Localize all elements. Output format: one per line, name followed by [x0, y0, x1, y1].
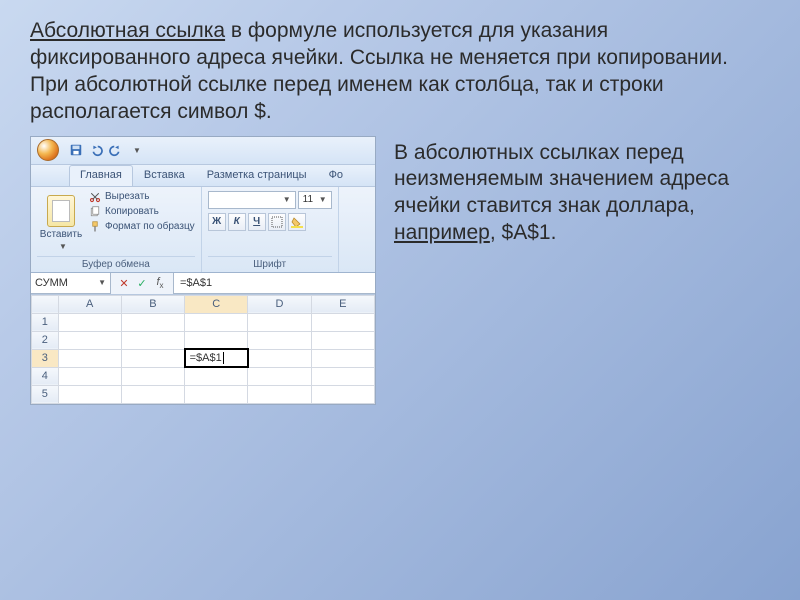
col-header-a[interactable]: A: [58, 295, 121, 313]
tab-formulas[interactable]: Фо: [318, 165, 354, 186]
name-box[interactable]: СУММ ▼: [31, 273, 111, 294]
col-header-e[interactable]: E: [311, 295, 374, 313]
cell[interactable]: [58, 367, 121, 385]
row-header-3[interactable]: 3: [32, 349, 59, 367]
cell[interactable]: [58, 349, 121, 367]
insert-function-button[interactable]: fx: [151, 276, 169, 290]
tab-home[interactable]: Главная: [69, 165, 133, 186]
cell[interactable]: [58, 385, 121, 403]
font-family-select[interactable]: ▼: [208, 191, 296, 209]
cut-button[interactable]: Вырезать: [89, 191, 195, 203]
copy-button[interactable]: Копировать: [89, 206, 195, 218]
formula-input[interactable]: =$A$1: [173, 273, 375, 294]
scissors-icon: [89, 191, 101, 203]
cell[interactable]: [185, 385, 248, 403]
cell[interactable]: [311, 349, 374, 367]
redo-icon[interactable]: [109, 143, 123, 157]
title-bar: ▼: [31, 137, 375, 165]
chevron-down-icon: ▼: [283, 195, 291, 204]
office-orb-icon: [37, 139, 59, 161]
format-painter-button[interactable]: Формат по образцу: [89, 221, 195, 233]
ribbon-tabs: Главная Вставка Разметка страницы Фо: [31, 165, 375, 187]
font-size-select[interactable]: 11 ▼: [298, 191, 332, 209]
cell[interactable]: [121, 349, 184, 367]
chevron-down-icon: ▼: [319, 195, 327, 204]
cell[interactable]: [311, 367, 374, 385]
text-cursor: [223, 352, 224, 364]
clipboard-group-label: Буфер обмена: [37, 256, 195, 272]
select-all-corner[interactable]: [32, 295, 59, 313]
clipboard-group: Вставить ▼ Вырезать Копировать: [31, 187, 202, 272]
cell[interactable]: [185, 367, 248, 385]
term-absolute-reference: Абсолютная ссылка: [30, 19, 225, 42]
col-header-c[interactable]: C: [185, 295, 248, 313]
format-painter-label: Формат по образцу: [105, 221, 195, 232]
cell[interactable]: [311, 331, 374, 349]
cell-c3-active[interactable]: =$A$1: [185, 349, 248, 367]
paragraph-1: Абсолютная ссылка в формуле используется…: [30, 18, 770, 126]
cell[interactable]: [121, 385, 184, 403]
formula-input-value: =$A$1: [180, 277, 212, 289]
copy-label: Копировать: [105, 206, 159, 217]
save-icon[interactable]: [69, 143, 83, 157]
col-header-b[interactable]: B: [121, 295, 184, 313]
paste-icon: [47, 195, 75, 227]
row-header-1[interactable]: 1: [32, 313, 59, 331]
paragraph-2: В абсолютных ссылках перед неизменяемым …: [394, 136, 770, 405]
underline-button[interactable]: Ч: [248, 213, 266, 231]
row-header-2[interactable]: 2: [32, 331, 59, 349]
bucket-icon: [291, 216, 303, 228]
font-size-value: 11: [303, 194, 313, 205]
cell[interactable]: [248, 385, 311, 403]
border-button[interactable]: [268, 213, 286, 231]
undo-icon[interactable]: [89, 143, 103, 157]
cell[interactable]: [311, 385, 374, 403]
cell-c3-value: =$A$1: [190, 352, 222, 364]
font-group-label: Шрифт: [208, 256, 332, 272]
copy-icon: [89, 206, 101, 218]
excel-window: ▼ Главная Вставка Разметка страницы Фо В…: [30, 136, 376, 405]
paste-label: Вставить: [40, 229, 82, 240]
cell[interactable]: [248, 349, 311, 367]
bold-button[interactable]: Ж: [208, 213, 226, 231]
name-box-value: СУММ: [35, 277, 68, 289]
cell[interactable]: [185, 331, 248, 349]
paste-button[interactable]: Вставить ▼: [37, 191, 85, 256]
row-header-4[interactable]: 4: [32, 367, 59, 385]
accept-formula-button[interactable]: ✓: [133, 277, 151, 290]
cell[interactable]: [58, 313, 121, 331]
cancel-formula-button[interactable]: ✕: [115, 277, 133, 290]
formula-bar: СУММ ▼ ✕ ✓ fx =$A$1: [31, 273, 375, 295]
cell[interactable]: [58, 331, 121, 349]
quick-access-toolbar: ▼: [65, 143, 141, 157]
tab-insert[interactable]: Вставка: [133, 165, 196, 186]
cell[interactable]: [121, 367, 184, 385]
cell[interactable]: [248, 331, 311, 349]
worksheet[interactable]: A B C D E 1 2 3 =$A$1 4 5: [31, 295, 375, 404]
term-example: например: [394, 221, 490, 244]
qat-dropdown-icon[interactable]: ▼: [133, 146, 141, 155]
paste-dropdown-icon: ▼: [59, 242, 67, 251]
font-group: ▼ 11 ▼ Ж К Ч: [202, 187, 339, 272]
col-header-d[interactable]: D: [248, 295, 311, 313]
cell[interactable]: [121, 331, 184, 349]
border-icon: [271, 216, 283, 228]
cell[interactable]: [185, 313, 248, 331]
chevron-down-icon: ▼: [98, 278, 106, 287]
formula-bar-buttons: ✕ ✓ fx: [111, 273, 173, 294]
office-button[interactable]: [31, 136, 65, 164]
cell[interactable]: [248, 313, 311, 331]
row-header-5[interactable]: 5: [32, 385, 59, 403]
paragraph-2-part1: В абсолютных ссылках перед неизменяемым …: [394, 141, 729, 218]
cut-label: Вырезать: [105, 191, 149, 202]
cell[interactable]: [248, 367, 311, 385]
cell[interactable]: [121, 313, 184, 331]
tab-page-layout[interactable]: Разметка страницы: [196, 165, 318, 186]
cell[interactable]: [311, 313, 374, 331]
brush-icon: [89, 221, 101, 233]
italic-button[interactable]: К: [228, 213, 246, 231]
paragraph-2-part2: , $А$1.: [490, 221, 557, 244]
fill-color-button[interactable]: [288, 213, 306, 231]
ribbon: Вставить ▼ Вырезать Копировать: [31, 187, 375, 273]
